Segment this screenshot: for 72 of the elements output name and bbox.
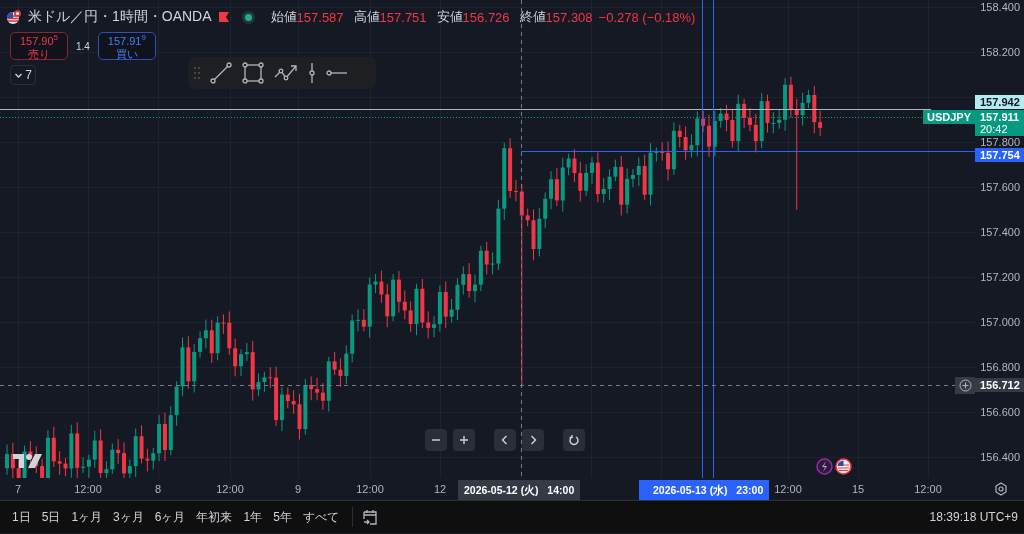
rectangle-icon[interactable] — [242, 62, 264, 84]
time-tick-label: 12:00 — [914, 483, 942, 495]
zoom-out-button[interactable] — [425, 429, 447, 451]
vertical-line-icon[interactable] — [308, 62, 316, 84]
drag-handle-icon[interactable] — [194, 67, 200, 79]
calendar-icon[interactable] — [360, 508, 379, 526]
scroll-left-button[interactable] — [494, 429, 516, 451]
price-tick-label: 157.000 — [980, 317, 1020, 328]
time-tick-label: 12:00 — [216, 483, 244, 495]
plus-icon — [458, 434, 470, 446]
range-button[interactable]: 6ヶ月 — [150, 504, 190, 530]
lightning-icon[interactable] — [816, 458, 833, 475]
horizontal-ray-icon[interactable] — [326, 69, 348, 77]
settings-icon[interactable] — [994, 482, 1008, 496]
logo-icon[interactable] — [13, 453, 43, 469]
price-tick-label: 156.600 — [980, 407, 1020, 418]
price-tick-label: 156.400 — [980, 452, 1020, 463]
time-tick-label: 12:00 — [74, 483, 102, 495]
crosshair-time-badge: 2026-05-12 (火) 14:00 — [458, 480, 581, 500]
ohlc-value: 156.726 — [462, 9, 510, 25]
time-tick-label: 12:00 — [356, 483, 384, 495]
range-button[interactable]: 5年 — [269, 504, 296, 530]
symbol-title[interactable]: 米ドル／円・1時間・OANDA — [28, 8, 212, 26]
price-tick-label: 156.800 — [980, 362, 1020, 373]
price-badge: 156.712 — [975, 378, 1024, 392]
price-change: −0.278 (−0.18%) — [598, 9, 696, 25]
range-button[interactable]: 3ヶ月 — [109, 504, 148, 530]
ohlc-value: 157.587 — [296, 9, 344, 25]
reset-icon — [568, 434, 580, 446]
flag-icon[interactable] — [835, 458, 852, 475]
price-tick-label: 157.800 — [980, 137, 1020, 148]
range-button[interactable]: すべて — [298, 504, 343, 530]
add-alert-icon[interactable] — [955, 377, 975, 394]
indicators-toggle[interactable]: 7 — [10, 65, 36, 85]
price-badge: 157.754 — [975, 148, 1024, 162]
price-tick-label: 158.400 — [980, 2, 1020, 13]
ohlc-label: 安値 — [436, 8, 463, 26]
ohlc-value: 157.308 — [545, 9, 593, 25]
range-button[interactable]: 1ヶ月 — [67, 504, 107, 530]
range-button[interactable]: 5日 — [37, 504, 65, 530]
ohlc-label: 終値 — [519, 8, 546, 26]
reset-button[interactable] — [563, 429, 585, 451]
ohlc-value: 157.751 — [379, 9, 427, 25]
buy-button[interactable]: 157.91$^{9}$ 買い — [97, 32, 156, 60]
range-button[interactable]: 年初来 — [192, 504, 237, 530]
path-icon[interactable] — [274, 63, 298, 83]
ohlc-label: 始値 — [270, 8, 297, 26]
symbol-label: USDJPY — [922, 110, 975, 124]
sell-button[interactable]: 157.90$^{5}$ 売り — [10, 32, 68, 60]
bookmark-flag-icon[interactable] — [217, 11, 230, 23]
price-badge: 157.911 20:42 — [975, 110, 1024, 136]
ohlc-label: 高値 — [353, 8, 380, 26]
time-badge: 2026-05-13 (水) 23:00 — [639, 480, 770, 500]
price-tick-label: 158.200 — [980, 47, 1020, 58]
spread-value: 1.4 — [76, 40, 90, 52]
time-tick-label: 15 — [851, 483, 865, 495]
price-tick-label: 157.400 — [980, 227, 1020, 238]
price-badge: 157.942 — [975, 95, 1024, 109]
range-button[interactable]: 1年 — [239, 504, 267, 530]
time-tick-label: 12 — [433, 483, 447, 495]
trend-line-icon[interactable] — [210, 62, 232, 84]
price-tick-label: 157.200 — [980, 272, 1020, 283]
time-tick-label: 8 — [154, 483, 162, 495]
clock-time[interactable]: 18:39:18 UTC+9 — [929, 510, 1018, 524]
flag-icon — [6, 9, 22, 25]
time-tick-label: 12:00 — [774, 483, 802, 495]
zoom-in-button[interactable] — [453, 429, 475, 451]
range-button[interactable]: 1日 — [8, 504, 35, 530]
time-tick-label: 7 — [14, 483, 22, 495]
time-tick-label: 9 — [294, 483, 302, 495]
price-tick-label: 157.600 — [980, 182, 1020, 193]
scroll-right-button[interactable] — [522, 429, 544, 451]
